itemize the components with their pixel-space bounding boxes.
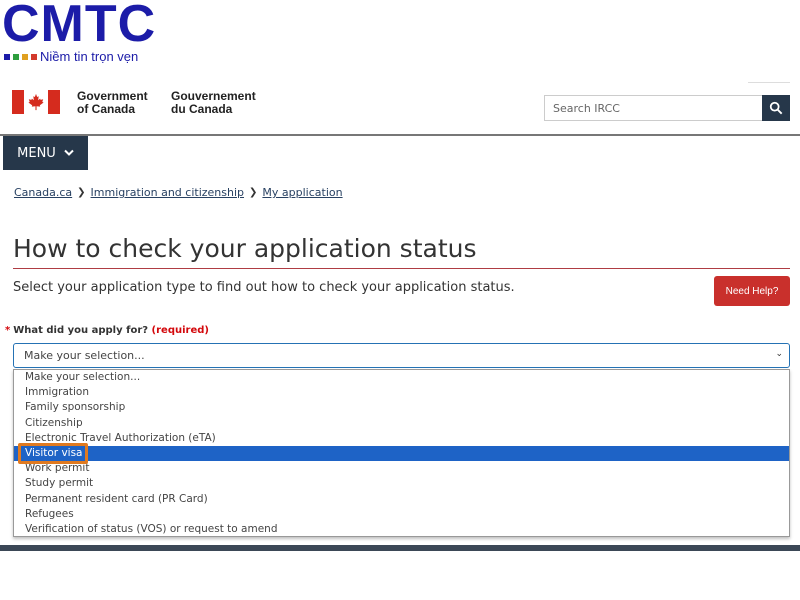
signature-en-line2: of Canada	[77, 102, 136, 116]
cmtc-dot	[22, 54, 28, 60]
question-label: * What did you apply for? (required)	[5, 325, 209, 336]
chevron-right-icon: ❯	[249, 187, 258, 198]
breadcrumb: Canada.ca ❯ Immigration and citizenship …	[14, 186, 343, 199]
option-citizenship[interactable]: Citizenship	[14, 416, 789, 431]
search-icon	[769, 101, 783, 115]
cmtc-dot	[31, 54, 37, 60]
page-title: How to check your application status	[13, 234, 477, 263]
option-vos[interactable]: Verification of status (VOS) or request …	[14, 522, 789, 537]
title-underline	[13, 268, 790, 269]
government-signature-en[interactable]: Government of Canada	[77, 90, 148, 116]
option-visitor-visa[interactable]: Visitor visa	[14, 445, 789, 462]
cmtc-dot	[13, 54, 19, 60]
option-make-selection[interactable]: Make your selection...	[14, 370, 789, 385]
option-study-permit[interactable]: Study permit	[14, 476, 789, 491]
application-type-dropdown: Make your selection... Immigration Famil…	[13, 369, 790, 537]
option-family-sponsorship[interactable]: Family sponsorship	[14, 400, 789, 415]
application-type-select[interactable]: Make your selection... ⌄	[13, 343, 790, 368]
top-rule	[748, 82, 790, 83]
cmtc-brand-text: CMTC	[2, 0, 157, 53]
breadcrumb-link-canada[interactable]: Canada.ca	[14, 186, 72, 199]
required-asterisk: *	[5, 325, 11, 336]
page-lead: Select your application type to find out…	[13, 280, 515, 295]
menu-button[interactable]: MENU	[3, 136, 88, 170]
search-input[interactable]	[544, 95, 762, 121]
need-help-button[interactable]: Need Help?	[714, 276, 790, 306]
cmtc-tagline: Niềm tin trọn vẹn	[40, 49, 139, 64]
chevron-right-icon: ❯	[77, 187, 86, 198]
breadcrumb-link-immigration[interactable]: Immigration and citizenship	[91, 186, 244, 199]
chevron-down-icon	[64, 149, 74, 156]
option-immigration[interactable]: Immigration	[14, 385, 789, 400]
menu-label: MENU	[17, 145, 56, 161]
chevron-down-icon: ⌄	[775, 349, 783, 359]
cmtc-dot	[4, 54, 10, 60]
bottom-bar	[0, 545, 800, 551]
government-signature-fr[interactable]: Gouvernement du Canada	[171, 90, 256, 116]
breadcrumb-link-my-application[interactable]: My application	[262, 186, 342, 199]
required-text: (required)	[151, 325, 209, 336]
option-refugees[interactable]: Refugees	[14, 507, 789, 522]
header-divider	[0, 134, 800, 136]
option-work-permit[interactable]: Work permit	[14, 461, 789, 476]
option-eta[interactable]: Electronic Travel Authorization (eTA)	[14, 431, 789, 446]
search-button[interactable]	[762, 95, 790, 121]
search-form	[544, 95, 790, 121]
question-text: What did you apply for?	[13, 325, 149, 336]
select-current-value: Make your selection...	[24, 349, 145, 362]
signature-fr-line2: du Canada	[171, 102, 233, 116]
canada-flag-icon[interactable]	[12, 90, 60, 114]
option-pr-card[interactable]: Permanent resident card (PR Card)	[14, 492, 789, 507]
cmtc-dots	[4, 54, 37, 60]
cmtc-watermark-logo: CMTC Niềm tin trọn vẹn	[2, 0, 172, 66]
